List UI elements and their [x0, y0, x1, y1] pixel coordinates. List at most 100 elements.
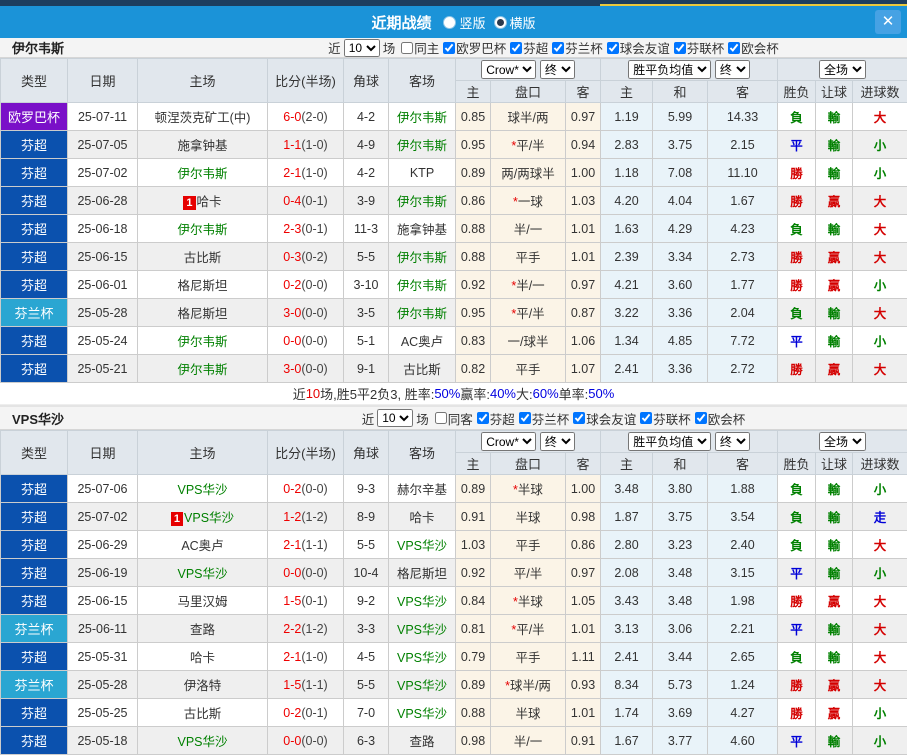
halftime-score: (1-1)	[301, 678, 327, 692]
league-checkbox[interactable]	[640, 412, 652, 424]
score-cell: 0-0(0-0)	[268, 327, 344, 355]
subcol-和: 和	[653, 453, 708, 475]
home-cell: 伊尔韦斯	[138, 327, 268, 355]
scope-header: 全场	[778, 59, 907, 81]
odds-source-select[interactable]: Crow*	[481, 432, 536, 451]
recent-results-modal: 近期战绩 竖版 横版 ✕ 伊尔韦斯 近 10 场 同主 欧罗巴杯芬超芬兰杯球会友…	[0, 0, 907, 755]
home-odds-cell: 0.88	[456, 699, 491, 727]
avg-away-cell: 1.77	[708, 271, 778, 299]
league-type-cell: 芬超	[1, 503, 68, 531]
team-filter-row: VPS华沙 近 10 场 同客 芬超芬兰杯球会友谊芬联杯欧会杯	[0, 405, 907, 430]
result-cell: 負	[778, 643, 816, 671]
team-label: 格尼斯坦	[177, 307, 227, 321]
team-label: 哈卡	[197, 195, 222, 209]
date-cell: 25-06-11	[68, 615, 138, 643]
same-venue-checkbox[interactable]	[401, 42, 413, 54]
league-checkbox[interactable]	[573, 412, 585, 424]
horizontal-layout-label[interactable]: 横版	[510, 13, 536, 32]
handicap-label: 两/两球半	[501, 167, 554, 181]
league-checkbox-group: 欧罗巴杯芬超芬兰杯球会友谊芬联杯欧会杯	[439, 38, 779, 57]
home-cell: 1VPS华沙	[138, 503, 268, 531]
league-checkbox[interactable]	[552, 42, 564, 54]
away-odds-cell: 1.03	[566, 187, 601, 215]
close-icon[interactable]: ✕	[875, 10, 901, 34]
match-row: 芬超25-07-021VPS华沙1-2(1-2)8-9哈卡0.91半球0.981…	[1, 503, 907, 531]
avg-away-cell: 2.72	[708, 355, 778, 383]
goals-result-cell: 大	[853, 355, 907, 383]
away-odds-cell: 1.01	[566, 243, 601, 271]
league-checkbox[interactable]	[443, 42, 455, 54]
away-odds-cell: 1.01	[566, 215, 601, 243]
scope-select[interactable]: 全场	[819, 60, 866, 79]
league-checkbox[interactable]	[695, 412, 707, 424]
match-row: 芬超25-06-01格尼斯坦0-2(0-0)3-10伊尔韦斯0.92*半/一0.…	[1, 271, 907, 299]
halftime-score: (0-0)	[301, 734, 327, 748]
league-checkbox[interactable]	[607, 42, 619, 54]
fulltime-score: 0-2	[283, 278, 301, 292]
home-cell: VPS华沙	[138, 559, 268, 587]
vertical-layout-label[interactable]: 竖版	[459, 13, 485, 32]
horizontal-layout-radio[interactable]	[494, 16, 507, 29]
handicap-final-select[interactable]: 终	[540, 60, 575, 79]
halftime-score: (2-0)	[301, 110, 327, 124]
vertical-layout-radio[interactable]	[443, 16, 456, 29]
near-count-select[interactable]: 10	[377, 409, 413, 427]
same-venue-label: 同主	[414, 38, 439, 57]
scope-select[interactable]: 全场	[819, 432, 866, 451]
handicap-result-cell: 輸	[816, 531, 853, 559]
team-label: 施拿钟基	[397, 223, 447, 237]
subcol-让球: 让球	[816, 81, 853, 103]
league-checkbox[interactable]	[477, 412, 489, 424]
odds-source-select[interactable]: Crow*	[481, 60, 536, 79]
date-cell: 25-07-11	[68, 103, 138, 131]
team-label: VPS华沙	[397, 651, 447, 665]
team-label: VPS华沙	[397, 707, 447, 721]
team-label: 古比斯	[184, 251, 222, 265]
avg-draw-cell: 3.80	[653, 475, 708, 503]
results-table: 类型 日期 主场 比分(半场) 角球 客场 Crow* 终 胜平负均值 终	[0, 58, 907, 383]
halftime-score: (1-2)	[301, 510, 327, 524]
result-cell: 負	[778, 299, 816, 327]
home-team: 顿涅茨克矿工(中)	[155, 111, 251, 125]
avg-odds-select[interactable]: 胜平负均值	[628, 432, 711, 451]
same-venue-checkbox[interactable]	[435, 412, 447, 424]
league-label: 球会友谊	[586, 409, 636, 428]
avg-draw-cell: 5.99	[653, 103, 708, 131]
halftime-score: (1-0)	[301, 166, 327, 180]
avg-home-cell: 2.39	[601, 243, 653, 271]
modal-title: 近期战绩	[371, 12, 431, 33]
score-cell: 0-2(0-0)	[268, 475, 344, 503]
avg-home-cell: 3.48	[601, 475, 653, 503]
corners-cell: 5-5	[344, 531, 389, 559]
goals-result-cell: 小	[853, 131, 907, 159]
avg-final-select[interactable]: 终	[715, 60, 750, 79]
avg-away-cell: 1.88	[708, 475, 778, 503]
home-team: 古比斯	[184, 251, 222, 265]
league-label: 芬联杯	[653, 409, 691, 428]
handicap-final-select[interactable]: 终	[540, 432, 575, 451]
league-checkbox[interactable]	[674, 42, 686, 54]
team-label: VPS华沙	[184, 511, 234, 525]
near-count-select[interactable]: 10	[344, 39, 380, 57]
matches-label: 场	[383, 38, 396, 57]
summary-part: 场,胜5平2负3, 胜率:	[320, 384, 434, 403]
goals-result-cell: 大	[853, 671, 907, 699]
avg-home-cell: 3.43	[601, 587, 653, 615]
avg-final-select[interactable]: 终	[715, 432, 750, 451]
goals-result-cell: 小	[853, 475, 907, 503]
avg-odds-select[interactable]: 胜平负均值	[628, 60, 711, 79]
avg-home-cell: 1.18	[601, 159, 653, 187]
date-cell: 25-05-24	[68, 327, 138, 355]
fulltime-score: 0-2	[283, 482, 301, 496]
corners-cell: 5-1	[344, 327, 389, 355]
league-checkbox[interactable]	[510, 42, 522, 54]
match-row: 芬超25-07-02伊尔韦斯2-1(1-0)4-2KTP0.89两/两球半1.0…	[1, 159, 907, 187]
summary-part: 近	[293, 384, 306, 403]
away-odds-cell: 0.86	[566, 531, 601, 559]
home-odds-cell: 0.85	[456, 103, 491, 131]
league-checkbox[interactable]	[728, 42, 740, 54]
league-checkbox[interactable]	[519, 412, 531, 424]
away-odds-cell: 0.97	[566, 103, 601, 131]
away-cell: 格尼斯坦	[389, 559, 456, 587]
home-team: 哈卡	[190, 651, 215, 665]
